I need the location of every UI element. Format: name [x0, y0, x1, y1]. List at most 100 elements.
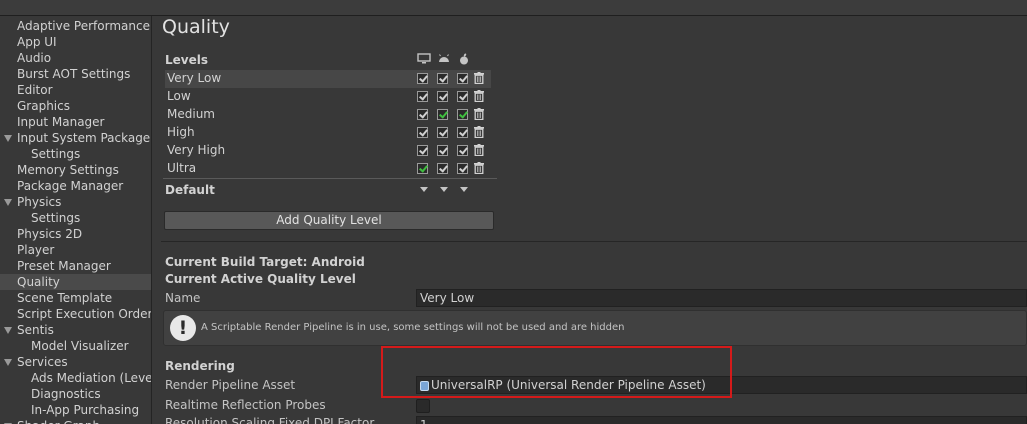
levels-divider — [163, 178, 497, 179]
ios-platform-checkbox[interactable] — [457, 109, 468, 120]
delete-level-icon[interactable] — [474, 108, 484, 120]
sidebar-item[interactable]: Adaptive Performance — [0, 18, 151, 34]
desktop-platform-checkbox[interactable] — [417, 127, 428, 138]
sidebar-item[interactable]: Input System Package — [0, 130, 151, 146]
sidebar-item[interactable]: Burst AOT Settings — [0, 66, 151, 82]
quality-level-row[interactable]: Very Low — [165, 70, 491, 88]
info-icon: ! — [170, 315, 196, 341]
resolution-scaling-field[interactable]: 1 — [416, 416, 1027, 424]
reflection-probes-toggle[interactable] — [416, 399, 430, 413]
expand-arrow-icon[interactable] — [4, 359, 12, 366]
sidebar-item[interactable]: Editor — [0, 82, 151, 98]
sidebar-item[interactable]: Shader Graph — [0, 418, 151, 424]
name-label: Name — [165, 291, 201, 305]
sidebar-item-label: Shader Graph — [17, 418, 100, 424]
delete-level-icon[interactable] — [474, 126, 484, 138]
sidebar-item-label: Package Manager — [17, 179, 124, 193]
apple-icon — [460, 53, 468, 65]
sidebar-item[interactable]: Ads Mediation (Level — [0, 370, 151, 386]
ios-platform-checkbox[interactable] — [457, 73, 468, 84]
sidebar-item[interactable]: Quality — [0, 274, 151, 290]
delete-level-icon[interactable] — [474, 72, 484, 84]
resolution-scaling-label: Resolution Scaling Fixed DPI Factor — [165, 416, 375, 424]
sidebar-item-label: Memory Settings — [17, 163, 119, 177]
sidebar-item-label: Audio — [17, 51, 52, 65]
sidebar-item[interactable]: In-App Purchasing — [0, 402, 151, 418]
desktop-platform-checkbox[interactable] — [417, 145, 428, 156]
android-default-dropdown[interactable] — [440, 187, 448, 192]
sidebar-item-label: Input System Package — [17, 131, 151, 145]
sidebar-item[interactable]: Model Visualizer — [0, 338, 151, 354]
sidebar-item[interactable]: Preset Manager — [0, 258, 151, 274]
sidebar-item[interactable]: Settings — [0, 146, 151, 162]
quality-level-name: High — [167, 125, 195, 139]
desktop-default-dropdown[interactable] — [420, 187, 428, 192]
ios-platform-checkbox[interactable] — [457, 145, 468, 156]
expand-arrow-icon[interactable] — [4, 199, 12, 206]
section-divider — [161, 241, 1027, 242]
ios-default-dropdown[interactable] — [460, 187, 468, 192]
android-platform-checkbox[interactable] — [437, 91, 448, 102]
sidebar-item[interactable]: Scene Template — [0, 290, 151, 306]
sidebar-item[interactable]: Audio — [0, 50, 151, 66]
sidebar-item[interactable]: Physics 2D — [0, 226, 151, 242]
android-platform-checkbox[interactable] — [437, 127, 448, 138]
quality-level-row[interactable]: Very High — [165, 142, 491, 160]
name-field[interactable]: Very Low — [416, 289, 1027, 307]
sidebar-item-label: Burst AOT Settings — [17, 67, 131, 81]
android-platform-checkbox[interactable] — [437, 109, 448, 120]
sidebar-item[interactable]: Graphics — [0, 98, 151, 114]
desktop-platform-checkbox[interactable] — [417, 73, 428, 84]
sidebar-item-label: Adaptive Performance — [17, 19, 150, 33]
sidebar-item[interactable]: Services — [0, 354, 151, 370]
sidebar-item[interactable]: Physics — [0, 194, 151, 210]
info-message: A Scriptable Render Pipeline is in use, … — [201, 322, 625, 333]
add-quality-level-button[interactable]: Add Quality Level — [164, 211, 494, 230]
sidebar-item[interactable]: Memory Settings — [0, 162, 151, 178]
sidebar-item[interactable]: Settings — [0, 210, 151, 226]
delete-level-icon[interactable] — [474, 162, 484, 174]
expand-arrow-icon[interactable] — [4, 327, 12, 334]
desktop-platform-checkbox[interactable] — [417, 163, 428, 174]
sidebar-item-label: Preset Manager — [17, 259, 111, 273]
render-pipeline-label: Render Pipeline Asset — [165, 378, 296, 392]
android-platform-checkbox[interactable] — [437, 163, 448, 174]
ios-platform-checkbox[interactable] — [457, 91, 468, 102]
quality-level-name: Very High — [167, 143, 226, 157]
quality-level-row[interactable]: Medium — [165, 106, 491, 124]
quality-level-row[interactable]: Ultra — [165, 160, 491, 178]
sidebar-item[interactable]: Script Execution Order — [0, 306, 151, 322]
sidebar-item[interactable]: Player — [0, 242, 151, 258]
quality-level-name: Ultra — [167, 161, 197, 175]
sidebar-item-label: Physics 2D — [17, 227, 83, 241]
quality-level-row[interactable]: Low — [165, 88, 491, 106]
build-target-label: Current Build Target: Android — [165, 255, 365, 269]
android-platform-checkbox[interactable] — [437, 73, 448, 84]
android-icon — [439, 54, 449, 62]
quality-level-name: Medium — [167, 107, 215, 121]
delete-level-icon[interactable] — [474, 90, 484, 102]
sidebar-item[interactable]: Package Manager — [0, 178, 151, 194]
sidebar-item-label: Model Visualizer — [31, 339, 129, 353]
sidebar-item[interactable]: Input Manager — [0, 114, 151, 130]
quality-level-row[interactable]: High — [165, 124, 491, 142]
sidebar-item-label: Scene Template — [17, 291, 113, 305]
quality-panel: Quality Levels Very Low Low Medium High Very… — [153, 16, 1027, 424]
sidebar-item[interactable]: App UI — [0, 34, 151, 50]
ios-platform-checkbox[interactable] — [457, 127, 468, 138]
levels-header: Levels — [165, 53, 209, 67]
android-platform-checkbox[interactable] — [437, 145, 448, 156]
ios-platform-checkbox[interactable] — [457, 163, 468, 174]
sidebar-item[interactable]: Sentis — [0, 322, 151, 338]
desktop-icon — [417, 53, 431, 64]
sidebar-item-label: Services — [17, 355, 68, 369]
sidebar-item-label: Diagnostics — [31, 387, 101, 401]
delete-level-icon[interactable] — [474, 144, 484, 156]
desktop-platform-checkbox[interactable] — [417, 109, 428, 120]
sidebar-item-label: In-App Purchasing — [31, 403, 140, 417]
sidebar-item[interactable]: Diagnostics — [0, 386, 151, 402]
settings-sidebar: Adaptive Performance App UI Audio Burst AOT… — [0, 16, 152, 424]
rendering-heading: Rendering — [165, 359, 235, 373]
desktop-platform-checkbox[interactable] — [417, 91, 428, 102]
expand-arrow-icon[interactable] — [4, 135, 12, 142]
